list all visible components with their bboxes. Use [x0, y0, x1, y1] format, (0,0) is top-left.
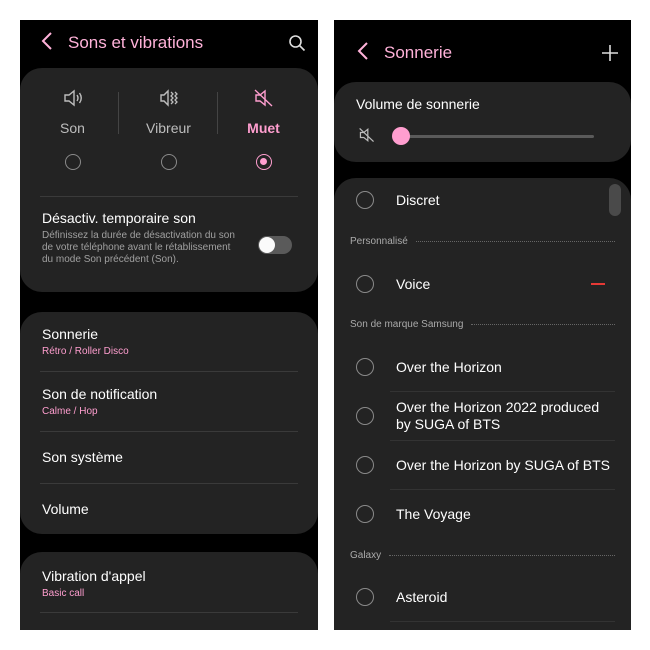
mode-muet[interactable]: Muet — [216, 88, 311, 175]
mode-vibreur[interactable]: Vibreur — [121, 88, 216, 175]
item-title: Sonnerie — [42, 326, 99, 342]
remove-button[interactable] — [591, 283, 605, 285]
plus-icon — [602, 45, 618, 61]
list-item[interactable]: Discret — [334, 180, 631, 220]
ringtone-radio[interactable] — [356, 191, 374, 209]
temp-mute-setting[interactable]: Désactiv. temporaire son Définissez la d… — [42, 210, 238, 266]
back-button[interactable] — [36, 30, 58, 56]
mode-son[interactable]: Son — [25, 88, 120, 175]
section-label: Son de marque Samsung — [350, 319, 464, 330]
add-ringtone-button[interactable] — [601, 38, 619, 68]
ringtone-list: Discret Personnalisé Voice Son de marque… — [334, 178, 631, 630]
ringtone-radio[interactable] — [356, 275, 374, 293]
ringtone-radio[interactable] — [356, 456, 374, 474]
ringtone-radio[interactable] — [356, 505, 374, 523]
mode-label: Son — [60, 120, 85, 136]
list-item[interactable]: Over the Horizon by SUGA of BTS — [334, 445, 631, 485]
search-icon — [289, 35, 306, 52]
settings-card: Sonnerie Rétro / Roller Disco Son de not… — [20, 312, 318, 534]
ringtone-radio[interactable] — [356, 358, 374, 376]
item-title: Son de notification — [42, 386, 158, 402]
item-subtitle: Basic call — [42, 588, 85, 599]
header: Sons et vibrations — [20, 28, 318, 58]
temp-mute-description: Définissez la durée de désactivation du … — [42, 230, 235, 265]
vibrate-icon — [159, 89, 178, 107]
page-title: Sonnerie — [384, 43, 453, 62]
section-dots — [389, 555, 615, 556]
list-item[interactable]: The Voyage — [334, 494, 631, 534]
list-item[interactable]: Voice — [334, 264, 631, 304]
divider — [40, 196, 298, 197]
list-item[interactable]: Asteroid — [334, 577, 631, 617]
volume-slider[interactable] — [398, 135, 594, 138]
ringtone-name: Over the Horizon by SUGA of BTS — [396, 456, 610, 473]
volume-item[interactable]: Volume — [42, 501, 296, 517]
temp-mute-title: Désactiv. temporaire son — [42, 210, 196, 226]
section-label: Galaxy — [350, 550, 382, 561]
chevron-left-icon — [357, 42, 368, 60]
volume-title: Volume de sonnerie — [356, 96, 480, 112]
mode-radio[interactable] — [160, 154, 177, 170]
item-title: Son système — [42, 449, 123, 465]
section-header: Personnalisé — [350, 236, 615, 247]
list-item[interactable]: Over the Horizon — [334, 347, 631, 387]
ringtone-radio[interactable] — [356, 588, 374, 606]
mode-label: Vibreur — [146, 120, 191, 136]
section-dots — [415, 241, 615, 242]
divider — [40, 612, 298, 613]
divider — [118, 92, 119, 134]
item-subtitle: Rétro / Roller Disco — [42, 346, 129, 357]
scrollbar-handle[interactable] — [609, 184, 621, 216]
sounds-vibrations-screen: Sons et vibrations Son Vibreur Muet Désa… — [20, 20, 318, 630]
back-button[interactable] — [352, 40, 374, 66]
speaker-icon — [63, 89, 82, 107]
section-label: Personnalisé — [350, 236, 408, 247]
mute-icon — [254, 89, 272, 107]
divider — [40, 483, 298, 484]
section-header: Son de marque Samsung — [350, 319, 615, 330]
chevron-left-icon — [41, 32, 52, 50]
divider — [390, 621, 615, 622]
item-subtitle: Calme / Hop — [42, 406, 98, 417]
list-item[interactable]: Over the Horizon 2022 produced by SUGA o… — [334, 396, 631, 436]
item-title: Volume — [42, 501, 89, 517]
volume-slider-thumb[interactable] — [392, 127, 410, 145]
notification-sound-item[interactable]: Son de notification Calme / Hop — [42, 386, 296, 417]
page-title: Sons et vibrations — [68, 33, 204, 52]
divider — [40, 371, 298, 372]
sound-mode-card: Son Vibreur Muet Désactiv. temporaire so… — [20, 68, 318, 292]
volume-card: Volume de sonnerie — [334, 82, 631, 162]
divider — [40, 431, 298, 432]
ringtone-name: Asteroid — [396, 588, 448, 605]
vibration-card: Vibration d'appel Basic call — [20, 552, 318, 630]
divider — [390, 391, 615, 392]
ringtone-name: Over the Horizon 2022 produced by SUGA o… — [396, 399, 600, 432]
temp-mute-toggle[interactable] — [258, 236, 292, 254]
system-sound-item[interactable]: Son système — [42, 449, 296, 465]
section-header: Galaxy — [350, 550, 615, 561]
divider — [390, 440, 615, 441]
item-title: Vibration d'appel — [42, 568, 146, 584]
ringtone-screen: Sonnerie Volume de sonnerie Discret Pers… — [334, 20, 631, 630]
ringtone-name: The Voyage — [396, 505, 471, 522]
section-dots — [471, 324, 615, 325]
mode-label: Muet — [247, 120, 280, 136]
mode-radio-selected[interactable] — [255, 154, 272, 170]
ringtone-name: Voice — [396, 275, 431, 292]
mode-radio[interactable] — [64, 154, 81, 170]
ringtone-name: Over the Horizon — [396, 358, 502, 375]
search-button[interactable] — [288, 28, 306, 58]
divider — [390, 489, 615, 490]
ringtone-radio[interactable] — [356, 407, 374, 425]
header: Sonnerie — [334, 38, 631, 68]
sonnerie-item[interactable]: Sonnerie Rétro / Roller Disco — [42, 326, 296, 357]
ringtone-name: Discret — [396, 191, 440, 208]
call-vibration-item[interactable]: Vibration d'appel Basic call — [42, 568, 296, 599]
mute-icon — [359, 127, 374, 143]
